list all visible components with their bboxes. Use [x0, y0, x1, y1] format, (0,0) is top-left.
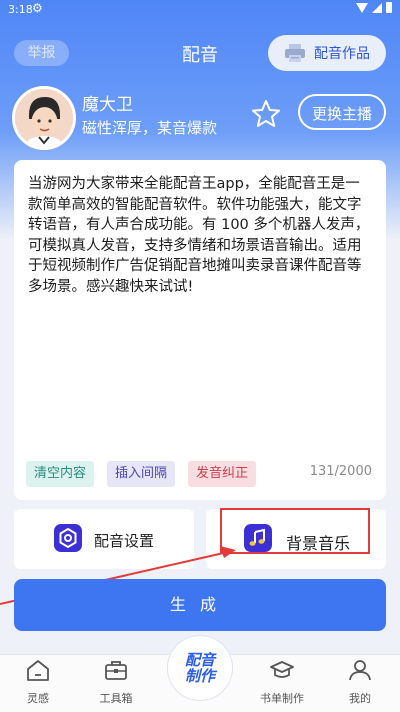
my-works-label: 配音作品 — [314, 46, 370, 62]
dubbing-create-line1: 配音 — [184, 651, 215, 669]
user-icon — [349, 660, 371, 681]
wifi-icon — [356, 2, 368, 13]
clear-content-button[interactable]: 清空内容 — [26, 461, 95, 487]
printer-icon — [285, 44, 305, 62]
nav-toolbox-label: 工具箱 — [99, 692, 133, 705]
settings-hex-icon — [54, 524, 82, 552]
pronunciation-fix-button[interactable]: 发音纠正 — [188, 461, 257, 487]
home-icon — [27, 660, 49, 681]
character-count: 131/2000 — [309, 464, 372, 479]
nav-mine[interactable]: 我的 — [330, 657, 390, 706]
annotation-highlight-box — [220, 508, 370, 554]
dubbing-create-button[interactable]: 配音 制作 — [167, 635, 233, 701]
battery-icon — [386, 2, 392, 13]
graduation-cap-icon — [270, 661, 294, 678]
voice-avatar[interactable] — [12, 86, 76, 150]
settings-status-icon: ⚙ — [32, 1, 43, 15]
voice-settings-button[interactable]: 配音设置 — [14, 509, 194, 569]
nav-book-list[interactable]: 书单制作 — [252, 657, 312, 706]
voice-name: 魔大卫 — [82, 95, 133, 115]
toolbox-icon — [105, 661, 127, 680]
script-textarea[interactable]: 当游网为大家带来全能配音王app，全能配音王是一款简单高效的智能配音软件。软件功… — [28, 174, 372, 297]
nav-inspiration-label: 灵感 — [27, 692, 49, 705]
change-voice-button[interactable]: 更换主播 — [298, 94, 386, 130]
voice-settings-label: 配音设置 — [94, 532, 155, 550]
signal-icon — [372, 2, 382, 13]
avatar-image — [15, 89, 73, 147]
status-time: 3:18 — [8, 3, 33, 16]
generate-button[interactable]: 生成 — [14, 579, 386, 631]
status-bar: 3:18 ⚙ — [0, 0, 400, 20]
my-works-button[interactable]: 配音作品 — [268, 35, 386, 71]
insert-interval-button[interactable]: 插入间隔 — [107, 461, 176, 487]
voice-description: 磁性浑厚，某音爆款 — [82, 119, 218, 137]
system-icons — [356, 2, 392, 13]
dubbing-create-line2: 制作 — [184, 667, 215, 685]
text-editor-card: 当游网为大家带来全能配音王app，全能配音王是一款简单高效的智能配音软件。软件功… — [14, 160, 386, 500]
nav-inspiration[interactable]: 灵感 — [8, 657, 68, 706]
favorite-star-icon[interactable] — [250, 98, 282, 130]
nav-book-list-label: 书单制作 — [260, 692, 304, 705]
nav-mine-label: 我的 — [349, 692, 371, 705]
nav-toolbox[interactable]: 工具箱 — [86, 657, 146, 706]
